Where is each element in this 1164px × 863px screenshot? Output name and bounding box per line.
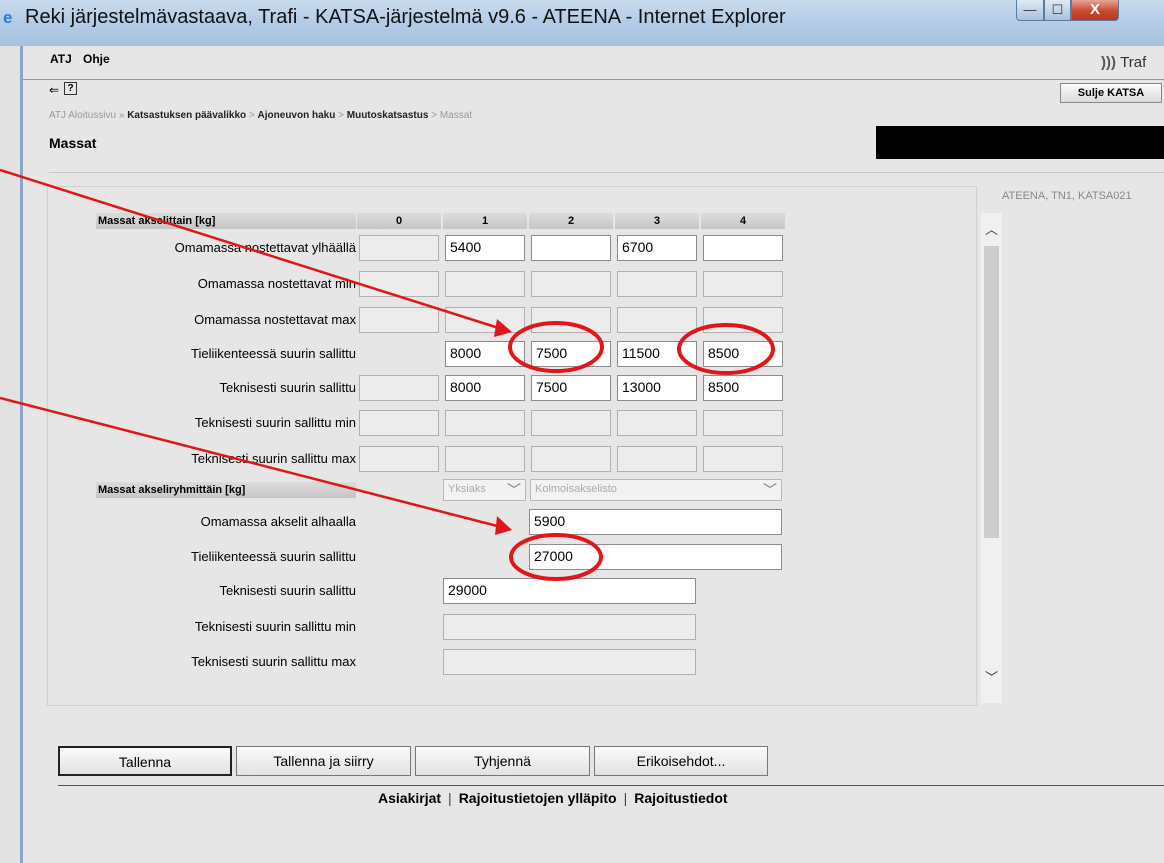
group-row-label: Teknisesti suurin sallittu min (194, 619, 356, 634)
axle-row-label: Teknisesti suurin sallittu min (194, 415, 356, 430)
axle-1-input[interactable] (445, 446, 525, 472)
axle-group-value: Kolmoisakselisto (535, 483, 617, 495)
axle-row-label: Omamassa nostettavat ylhäällä (174, 240, 356, 255)
axle-4-input[interactable] (703, 410, 783, 436)
axle-row-label: Omamassa nostettavat min (197, 276, 356, 291)
axle-column-header: 4 (701, 213, 785, 229)
special-conditions-button[interactable]: Erikoisehdot... (594, 746, 768, 776)
axle-3-input[interactable] (617, 271, 697, 297)
axle-4-input[interactable] (703, 446, 783, 472)
scrollbar[interactable]: ︿ ﹀ (981, 213, 1002, 703)
chevron-down-icon: ﹀ (763, 482, 777, 498)
axle-type-value: Yksiaks (448, 483, 486, 495)
link-rajoitustiedot[interactable]: Rajoitustiedot (634, 790, 727, 806)
axle-1-input[interactable] (445, 410, 525, 436)
chevron-up-icon[interactable]: ︿ (985, 219, 998, 238)
group-table-header: Massat akseliryhmittäin [kg] (96, 482, 356, 498)
group-mass-input[interactable]: 5900 (529, 509, 782, 535)
axle-0-input[interactable] (359, 410, 439, 436)
axle-row-label: Tieliikenteessä suurin sallittu (191, 346, 356, 361)
axle-3-input[interactable]: 11500 (617, 341, 697, 367)
axle-1-input[interactable]: 5400 (445, 235, 525, 261)
group-mass-input[interactable] (443, 614, 696, 640)
axle-table-header: Massat akselittain [kg] (96, 213, 356, 229)
axle-2-input[interactable]: 7500 (531, 375, 611, 401)
footer-links: Asiakirjat | Rajoitustietojen ylläpito | Raj… (378, 790, 728, 806)
axle-3-input[interactable] (617, 446, 697, 472)
link-separator: | (448, 790, 452, 806)
axle-0-input[interactable] (359, 271, 439, 297)
link-separator: | (623, 790, 628, 806)
axle-4-input[interactable]: 8500 (703, 375, 783, 401)
axle-column-header: 1 (443, 213, 527, 229)
link-rajoitustietojen-yllapito[interactable]: Rajoitustietojen ylläpito (459, 790, 617, 806)
axle-0-input[interactable] (359, 235, 439, 261)
group-row-label: Teknisesti suurin sallittu (219, 583, 356, 598)
group-mass-input[interactable] (443, 649, 696, 675)
axle-row-label: Omamassa nostettavat max (194, 312, 356, 327)
scrollbar-thumb[interactable] (984, 246, 999, 538)
chevron-down-icon: ﹀ (507, 482, 521, 498)
clear-button[interactable]: Tyhjennä (415, 746, 590, 776)
axle-column-header: 3 (615, 213, 699, 229)
axle-4-input[interactable] (703, 271, 783, 297)
axle-row-label: Teknisesti suurin sallittu max (191, 451, 356, 466)
axle-4-input[interactable] (703, 235, 783, 261)
group-row-label: Omamassa akselit alhaalla (200, 514, 356, 529)
axle-type-select[interactable]: Yksiaks ﹀ (443, 479, 526, 501)
axle-2-input[interactable] (531, 410, 611, 436)
axle-0-input[interactable] (359, 375, 439, 401)
save-and-move-button[interactable]: Tallenna ja siirry (236, 746, 411, 776)
chevron-down-icon[interactable]: ﹀ (985, 667, 998, 686)
axle-3-input[interactable] (617, 410, 697, 436)
save-button[interactable]: Tallenna (58, 746, 232, 776)
axle-column-header: 2 (529, 213, 613, 229)
axle-3-input[interactable]: 13000 (617, 375, 697, 401)
axle-row-label: Teknisesti suurin sallittu (219, 380, 356, 395)
axle-2-input[interactable] (531, 235, 611, 261)
axle-0-input[interactable] (359, 307, 439, 333)
group-mass-input[interactable]: 29000 (443, 578, 696, 604)
axle-1-input[interactable]: 8000 (445, 341, 525, 367)
link-asiakirjat[interactable]: Asiakirjat (378, 790, 441, 806)
axle-column-header: 0 (357, 213, 441, 229)
mass-form: Massat akselittain [kg] 01234 Omamassa n… (0, 0, 1164, 863)
axle-4-input[interactable] (703, 307, 783, 333)
axle-2-input[interactable] (531, 271, 611, 297)
axle-3-input[interactable] (617, 307, 697, 333)
axle-4-input[interactable]: 8500 (703, 341, 783, 367)
axle-1-input[interactable] (445, 271, 525, 297)
axle-0-input[interactable] (359, 446, 439, 472)
axle-3-input[interactable]: 6700 (617, 235, 697, 261)
group-mass-input[interactable]: 27000 (529, 544, 782, 570)
axle-2-input[interactable] (531, 307, 611, 333)
divider (58, 785, 1164, 786)
axle-2-input[interactable]: 7500 (531, 341, 611, 367)
axle-group-select[interactable]: Kolmoisakselisto ﹀ (530, 479, 782, 501)
axle-1-input[interactable]: 8000 (445, 375, 525, 401)
axle-2-input[interactable] (531, 446, 611, 472)
group-row-label: Tieliikenteessä suurin sallittu (191, 549, 356, 564)
axle-1-input[interactable] (445, 307, 525, 333)
group-row-label: Teknisesti suurin sallittu max (191, 654, 356, 669)
